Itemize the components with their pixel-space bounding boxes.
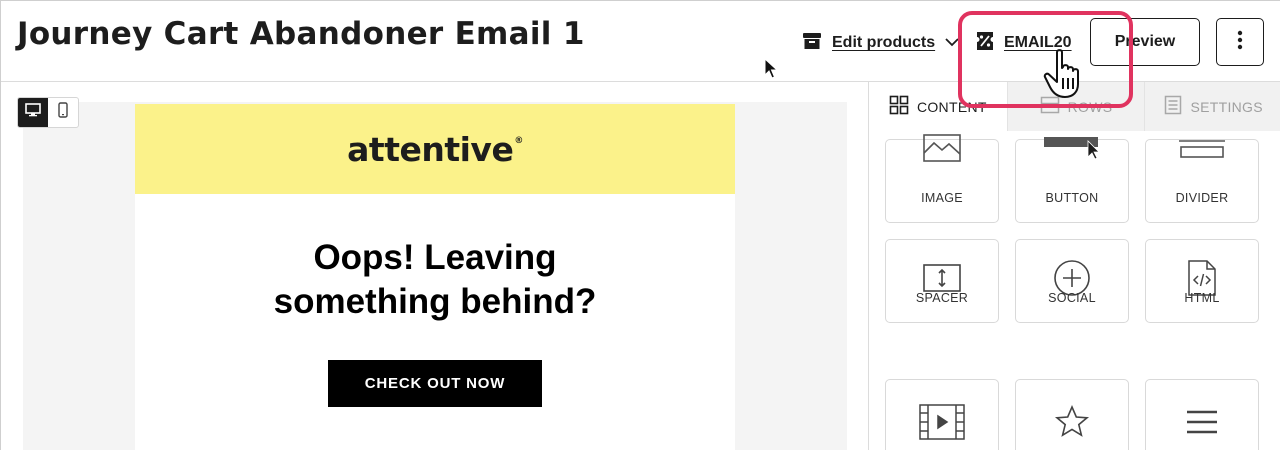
tile-image[interactable]: IMAGE bbox=[885, 134, 999, 223]
mobile-icon bbox=[58, 102, 68, 123]
chevron-down-icon[interactable] bbox=[945, 34, 959, 52]
tile-divider-label: DIVIDER bbox=[1175, 191, 1229, 205]
tab-content-label: CONTENT bbox=[916, 98, 987, 115]
top-header: Journey Cart Abandoner Email 1 Edit prod… bbox=[1, 1, 1280, 82]
more-vertical-icon bbox=[1237, 30, 1243, 55]
divider-icon bbox=[1146, 126, 1258, 166]
coupon-code-link[interactable]: EMAIL20 bbox=[976, 31, 1072, 55]
star-icon bbox=[1016, 402, 1128, 442]
content-panel: CONTENT ROWS SETTINGS IMAGE BUTTON DIVID… bbox=[868, 82, 1280, 450]
panel-tabs: CONTENT ROWS SETTINGS bbox=[869, 82, 1280, 131]
tile-html[interactable]: HTML bbox=[1145, 239, 1259, 323]
tab-settings-label: SETTINGS bbox=[1190, 98, 1263, 115]
tile-star[interactable] bbox=[1015, 379, 1129, 450]
check-out-now-button[interactable]: CHECK OUT NOW bbox=[328, 360, 542, 407]
tile-html-label: HTML bbox=[1184, 291, 1220, 305]
coupon-icon bbox=[976, 31, 994, 56]
headline-line: Oops! Leaving bbox=[313, 238, 557, 277]
more-options-button[interactable] bbox=[1216, 18, 1264, 66]
box-icon bbox=[802, 31, 822, 56]
email-header-banner[interactable]: attentive® bbox=[135, 104, 735, 194]
tile-menu[interactable] bbox=[1145, 379, 1259, 450]
tile-button-label: BUTTON bbox=[1045, 191, 1099, 205]
menu-icon bbox=[1146, 402, 1258, 442]
image-icon bbox=[886, 128, 998, 168]
tab-content[interactable]: CONTENT bbox=[869, 82, 1007, 131]
tile-video[interactable] bbox=[885, 379, 999, 450]
headline-line: something behind? bbox=[273, 282, 597, 321]
tile-divider[interactable]: DIVIDER bbox=[1145, 139, 1259, 223]
mobile-view-button[interactable] bbox=[48, 98, 78, 127]
email-headline[interactable]: Oops! Leaving something behind? bbox=[135, 236, 735, 324]
email-body[interactable]: attentive® Oops! Leaving something behin… bbox=[135, 104, 735, 450]
grid-icon bbox=[889, 95, 909, 118]
tab-settings[interactable]: SETTINGS bbox=[1144, 82, 1280, 131]
button-icon bbox=[1016, 126, 1128, 166]
tile-spacer[interactable]: SPACER bbox=[885, 239, 999, 323]
settings-doc-icon bbox=[1164, 95, 1182, 118]
device-toggle bbox=[17, 97, 79, 128]
tile-image-label: IMAGE bbox=[921, 191, 963, 205]
brand-logo: attentive® bbox=[347, 129, 523, 169]
tile-button[interactable]: BUTTON bbox=[1015, 137, 1129, 223]
rows-icon bbox=[1040, 96, 1060, 117]
coupon-code-label: EMAIL20 bbox=[1004, 34, 1072, 51]
edit-products-label: Edit products bbox=[832, 34, 936, 51]
desktop-icon bbox=[25, 103, 41, 122]
page-title: Journey Cart Abandoner Email 1 bbox=[17, 16, 585, 52]
tab-rows[interactable]: ROWS bbox=[1006, 82, 1145, 131]
edit-products-button[interactable]: Edit products bbox=[802, 31, 959, 55]
tile-social-label: SOCIAL bbox=[1048, 291, 1096, 305]
tab-rows-label: ROWS bbox=[1067, 98, 1113, 115]
desktop-view-button[interactable] bbox=[18, 98, 48, 127]
video-icon bbox=[886, 402, 998, 442]
tile-spacer-label: SPACER bbox=[915, 291, 969, 305]
preview-button[interactable]: Preview bbox=[1090, 18, 1200, 66]
tile-social[interactable]: SOCIAL bbox=[1015, 239, 1129, 323]
